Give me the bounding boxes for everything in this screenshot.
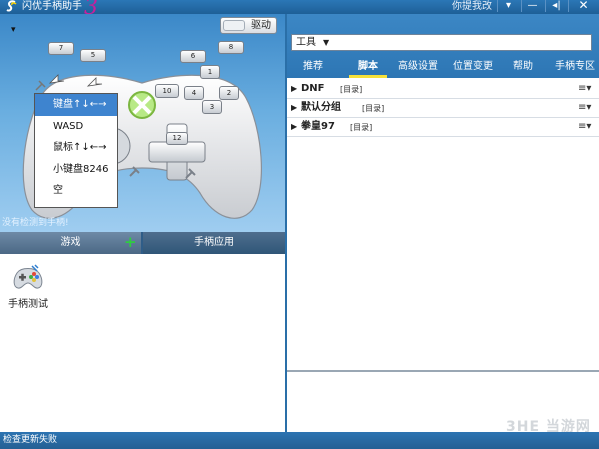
script-row-name: DNF: [301, 83, 325, 94]
script-row-name: 默认分组: [301, 102, 341, 113]
key-mode-option-keyboard-arrows[interactable]: 键盘↑↓←→: [35, 94, 117, 116]
app-list: 手柄测试: [0, 254, 285, 432]
tab-scripts[interactable]: 脚本: [349, 57, 387, 78]
tools-combobox[interactable]: 工具 ▼: [291, 34, 592, 51]
tab-gamepad-apps[interactable]: 手柄应用: [143, 232, 285, 254]
tab-advanced-settings[interactable]: 高级设置: [395, 57, 441, 78]
no-gamepad-message: 没有检测到手柄!: [2, 218, 69, 228]
sound-toggle-button[interactable]: ◂|: [545, 0, 567, 12]
key-mode-option-numpad[interactable]: 小键盘8246: [35, 159, 117, 181]
key-mode-dropdown: 键盘↑↓←→ WASD 鼠标↑↓←→ 小键盘8246 空: [34, 93, 118, 208]
key-mode-option-none[interactable]: 空: [35, 180, 117, 202]
tab-help[interactable]: 帮助: [507, 57, 539, 78]
left-tab-bar: 游戏 + 手柄应用: [0, 232, 285, 254]
gamepad-button-6[interactable]: 6: [180, 50, 206, 63]
right-header: 工具 ▼ 推荐 脚本 高级设置 位置变更 帮助 手柄专区: [287, 14, 599, 78]
gamepad-button-1[interactable]: 1: [200, 65, 220, 79]
script-row-name: 拳皇97: [301, 121, 335, 132]
arrow-marker-icon: [35, 80, 46, 91]
tools-label: 工具: [296, 37, 316, 48]
script-row-tag: [目录]: [340, 85, 363, 94]
script-nav: 推荐 脚本 高级设置 位置变更 帮助 手柄专区: [287, 57, 599, 78]
status-text: 检查更新失败: [3, 435, 58, 445]
gamepad-button-4[interactable]: 4: [184, 86, 204, 100]
expand-arrow-icon[interactable]: ▶: [291, 102, 297, 114]
expand-arrow-icon[interactable]: ▶: [291, 83, 297, 95]
row-menu-icon[interactable]: ≡▾: [578, 121, 591, 133]
script-row-tag: [目录]: [362, 104, 385, 113]
window-menu-button[interactable]: ▾: [497, 0, 519, 12]
add-game-icon[interactable]: +: [124, 235, 137, 250]
expand-arrow-icon[interactable]: ▶: [291, 121, 297, 133]
gamepad-test-icon: [13, 264, 43, 289]
tab-gamepad-zone[interactable]: 手柄专区: [551, 57, 599, 78]
script-row-tag: [目录]: [350, 123, 373, 132]
close-button[interactable]: ✕: [568, 0, 598, 12]
tab-position-change[interactable]: 位置变更: [449, 57, 497, 78]
tab-games[interactable]: 游戏 +: [0, 232, 141, 254]
gamepad-button-5[interactable]: 5: [80, 49, 106, 62]
script-row-default-group[interactable]: ▶ 默认分组 [目录] ≡▾: [287, 99, 599, 118]
script-list: ▶ DNF [目录] ≡▾ ▶ 默认分组 [目录] ≡▾ ▶ 拳皇97 [目录]…: [287, 78, 599, 370]
gamepad-test-label: 手柄测试: [8, 299, 48, 310]
minimize-button[interactable]: —: [521, 0, 543, 12]
gamepad-button-3[interactable]: 3: [202, 100, 222, 114]
row-menu-icon[interactable]: ≡▾: [578, 102, 591, 114]
gamepad-button-10[interactable]: 10: [155, 84, 179, 98]
script-row-kof97[interactable]: ▶ 拳皇97 [目录] ≡▾: [287, 118, 599, 137]
window-title: 闪优手柄助手: [22, 1, 82, 12]
tab-recommended[interactable]: 推荐: [295, 57, 331, 78]
key-mode-option-mouse-arrows[interactable]: 鼠标↑↓←→: [35, 137, 117, 159]
app-logo-icon: [6, 0, 17, 12]
status-bar: 检查更新失败: [0, 432, 599, 449]
tools-dropdown-icon[interactable]: ▼: [323, 36, 329, 49]
feedback-link[interactable]: 你提我改: [452, 0, 492, 13]
gamepad-button-2[interactable]: 2: [219, 86, 239, 100]
gamepad-panel: ▾ 驱动 7 5 6 8 1 4 2 3 10 12 没有检测到手柄! 键盘↑↓…: [0, 14, 285, 232]
gamepad-button-8[interactable]: 8: [218, 41, 244, 54]
script-row-dnf[interactable]: ▶ DNF [目录] ≡▾: [287, 80, 599, 99]
tab-games-label: 游戏: [60, 237, 81, 248]
title-bar: 闪优手柄助手 3 你提我改 ▾ — ◂| ✕: [0, 0, 599, 20]
key-mode-option-wasd[interactable]: WASD: [35, 116, 117, 138]
row-menu-icon[interactable]: ≡▾: [578, 83, 591, 95]
gamepad-button-12[interactable]: 12: [166, 132, 188, 145]
gamepad-button-7[interactable]: 7: [48, 42, 74, 55]
gamepad-test-app[interactable]: 手柄测试: [6, 263, 50, 310]
